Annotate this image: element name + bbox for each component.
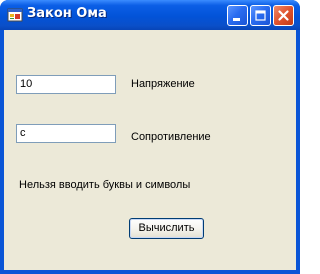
title-bar[interactable]: Закон Ома (0, 0, 300, 30)
close-button[interactable] (273, 5, 294, 26)
error-message: Нельзя вводить буквы и символы (19, 179, 191, 191)
app-window: Закон Ома 10 Напряжение с Сопротивление … (0, 0, 300, 274)
resistance-input[interactable]: с (16, 124, 116, 143)
voltage-label: Напряжение (131, 78, 195, 90)
window-title: Закон Ома (27, 6, 107, 21)
minimize-button[interactable] (227, 5, 248, 26)
calculate-button[interactable]: Вычислить (129, 218, 204, 239)
resistance-label: Сопротивление (131, 131, 211, 143)
form-client-area: 10 Напряжение с Сопротивление Нельзя вво… (4, 30, 296, 270)
app-form-icon[interactable] (7, 7, 23, 23)
voltage-input[interactable]: 10 (16, 75, 116, 94)
maximize-button[interactable] (250, 5, 271, 26)
